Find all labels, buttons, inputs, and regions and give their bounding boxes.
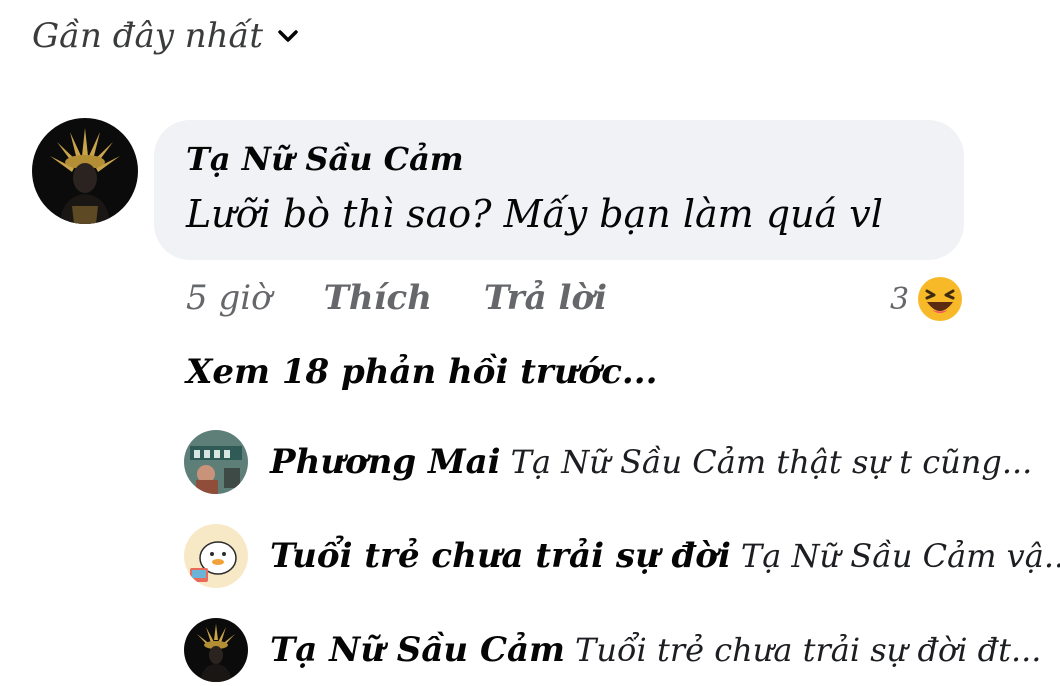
reply-button[interactable]: Trả lời (484, 278, 607, 318)
reply-text: Tạ Nữ Sầu Cảm vậ... (740, 537, 1060, 575)
haha-emoji-icon (918, 277, 963, 321)
comment-author[interactable]: Tạ Nữ Sầu Cảm (186, 140, 464, 178)
reply-item[interactable]: Tạ Nữ Sầu Cảm Tuổi trẻ chưa trải sự đời … (184, 618, 1041, 682)
avatar[interactable] (184, 618, 248, 682)
reply-text: Tạ Nữ Sầu Cảm thật sự t cũng... (510, 443, 1033, 481)
comment-bubble: Tạ Nữ Sầu Cảm Lưỡi bò thì sao? Mấy bạn l… (154, 120, 964, 260)
reaction-summary[interactable]: 3 (890, 276, 963, 322)
avatar[interactable] (184, 430, 248, 494)
like-button[interactable]: Thích (324, 278, 432, 318)
sort-dropdown[interactable]: Gần đây nhất (32, 16, 301, 56)
reaction-count: 3 (890, 281, 910, 317)
view-previous-replies-link[interactable]: Xem 18 phản hồi trước... (186, 352, 657, 392)
reply-author[interactable]: Tuổi trẻ chưa trải sự đời (270, 536, 731, 576)
reply-author[interactable]: Tạ Nữ Sầu Cảm (270, 630, 565, 670)
reply-author[interactable]: Phương Mai (270, 442, 501, 482)
comment-actions: 5 giờ Thích Trả lời (186, 278, 659, 318)
reply-text: Tuổi trẻ chưa trải sự đời đt... (575, 631, 1042, 669)
avatar[interactable] (184, 524, 248, 588)
chevron-down-icon (278, 30, 298, 42)
avatar[interactable] (32, 118, 138, 224)
sort-label: Gần đây nhất (32, 16, 264, 56)
reply-item[interactable]: Tuổi trẻ chưa trải sự đời Tạ Nữ Sầu Cảm … (184, 524, 1060, 588)
comment-time[interactable]: 5 giờ (186, 278, 272, 318)
reply-item[interactable]: Phương Mai Tạ Nữ Sầu Cảm thật sự t cũng.… (184, 430, 1032, 494)
comment-text: Lưỡi bò thì sao? Mấy bạn làm quá vl (186, 192, 883, 236)
